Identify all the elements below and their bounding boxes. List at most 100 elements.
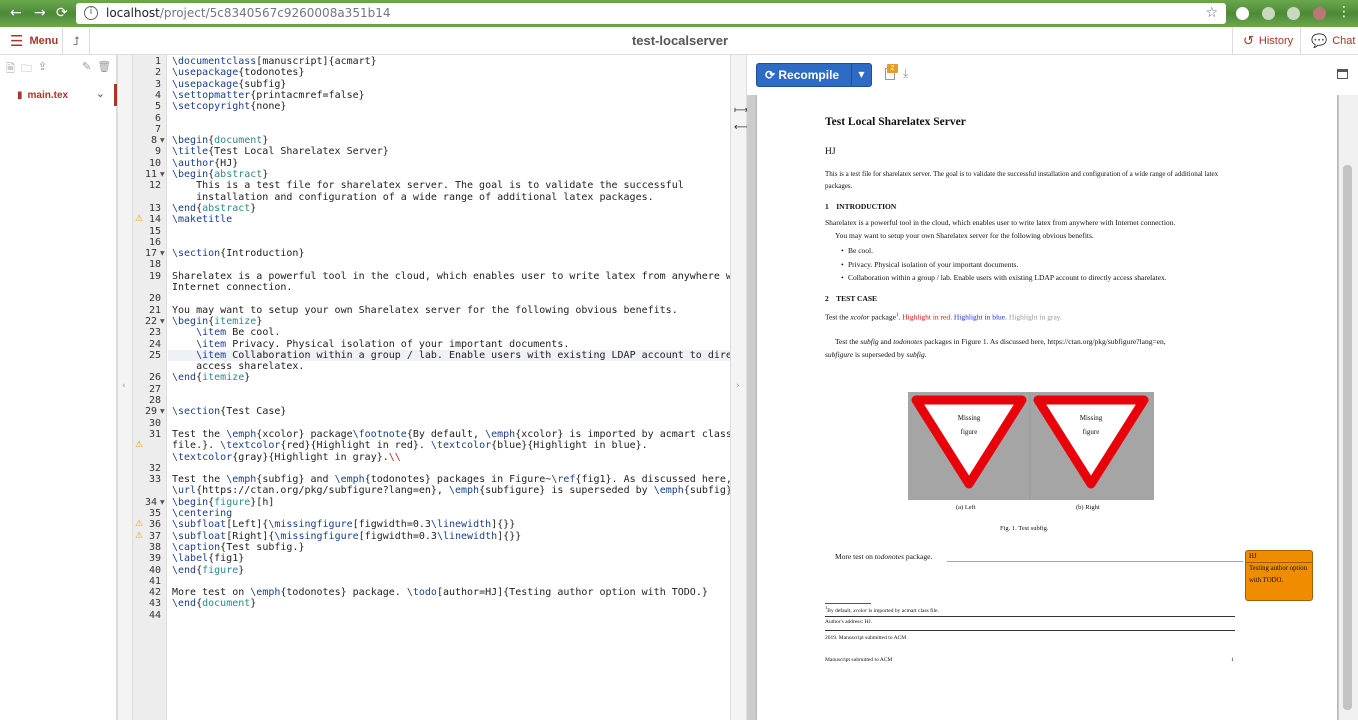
code-line[interactable]: Sharelatex is a powerful tool in the clo…	[172, 271, 730, 282]
line-number: 15	[148, 225, 161, 237]
code-line[interactable]: \item Collaboration within a group / lab…	[172, 350, 730, 361]
fold-toggle-icon[interactable]: ▼	[160, 316, 165, 327]
fold-toggle-icon[interactable]: ▼	[160, 406, 165, 417]
chevron-down-icon[interactable]: ⌄	[96, 87, 105, 100]
code-line[interactable]: \setcopyright{none}	[172, 101, 286, 112]
history-label: History	[1258, 35, 1294, 47]
code-line[interactable]: file.}. \textcolor{red}{Highlight in red…	[172, 440, 648, 451]
code-line[interactable]: Test the \emph{xcolor} package\footnote{…	[172, 429, 730, 440]
chevron-right-icon[interactable]: ›	[736, 381, 740, 391]
code-line[interactable]: Internet connection.	[172, 282, 292, 293]
warning-icon[interactable]: ⚠	[135, 531, 143, 542]
code-line[interactable]: You may want to setup your own Sharelate…	[172, 305, 678, 316]
line-number: 35	[148, 508, 161, 519]
recompile-button[interactable]: ⟳ Recompile ▼	[756, 63, 872, 87]
code-line[interactable]: \title{Test Local Sharelatex Server}	[172, 146, 389, 157]
pdf-scrollbar[interactable]	[1339, 95, 1358, 720]
code-line[interactable]: \settopmatter{printacmref=false}	[172, 90, 365, 101]
code-line[interactable]: \section{Test Case}	[172, 406, 286, 417]
authors-address: Author's address: HJ.	[825, 619, 872, 625]
address-bar[interactable]: i localhost/project/5c8340567c9260008a35…	[76, 3, 1226, 24]
chevron-left-icon[interactable]: ‹	[122, 381, 126, 391]
missing-figure-label: Missing figure	[957, 414, 981, 436]
code-line[interactable]: More test on \emph{todonotes} package. \…	[172, 587, 708, 598]
code-line[interactable]: \item Privacy. Physical isolation of you…	[172, 339, 569, 350]
new-folder-icon[interactable]: 🗀	[21, 60, 32, 79]
profile-avatar[interactable]	[1313, 7, 1326, 20]
code-line[interactable]: \usepackage{subfig}	[172, 79, 286, 90]
code-line[interactable]: \begin{figure}[h]	[172, 497, 274, 508]
line-number: 31	[148, 428, 161, 440]
menu-button[interactable]: ☰ Menu	[10, 27, 58, 55]
code-line[interactable]: \documentclass[manuscript]{acmart}	[172, 56, 377, 67]
todo-paragraph: More test on todonotes package.	[835, 552, 933, 561]
filetree-splitter[interactable]: ‹	[117, 55, 133, 720]
expand-icon[interactable]	[1337, 69, 1348, 79]
upload-icon[interactable]: ⇪	[38, 60, 47, 79]
warning-icon[interactable]: ⚠	[135, 440, 143, 451]
editor-pdf-splitter[interactable]: ⟼ ⟻ ›	[730, 55, 748, 720]
caret-down-icon[interactable]: ▼	[851, 64, 871, 86]
code-line[interactable]: \end{figure}	[172, 565, 244, 576]
code-line[interactable]: access sharelatex.	[172, 361, 304, 372]
line-number: 23	[148, 327, 161, 339]
code-line[interactable]: This is a test file for sharelatex serve…	[172, 180, 684, 191]
back-to-projects-icon[interactable]: ⮥	[62, 27, 90, 55]
missing-figure-block: Missing figure Missing figure	[908, 392, 1154, 500]
extension-icon[interactable]	[1262, 7, 1275, 20]
warning-icon[interactable]: ⚠	[135, 519, 143, 530]
fold-toggle-icon[interactable]: ▼	[160, 135, 165, 146]
browser-menu-icon[interactable]: ⋮	[1337, 5, 1351, 19]
extension-icon[interactable]	[1287, 7, 1300, 20]
subcaption-right: (b) Right	[1076, 504, 1100, 511]
delete-icon[interactable]: 🗑	[97, 60, 111, 73]
code-line[interactable]: \begin{document}	[172, 135, 268, 146]
site-info-icon[interactable]: i	[84, 6, 98, 20]
code-line[interactable]: \section{Introduction}	[172, 248, 304, 259]
code-line[interactable]: \begin{abstract}	[172, 169, 268, 180]
fold-toggle-icon[interactable]: ▼	[160, 248, 165, 259]
extension-icon[interactable]	[1236, 7, 1249, 20]
logs-badge[interactable]: 2	[887, 64, 898, 73]
project-title[interactable]: test-localserver	[560, 27, 800, 55]
code-line[interactable]: installation and configuration of a wide…	[172, 192, 654, 203]
app-toolbar: ☰ Menu ⮥ test-localserver ↺ History 💬 Ch…	[0, 27, 1358, 55]
pdf-viewer[interactable]: Test Local Sharelatex Server HJ This is …	[747, 95, 1358, 720]
fold-toggle-icon[interactable]: ▼	[160, 169, 165, 180]
chat-button[interactable]: 💬 Chat	[1300, 27, 1355, 55]
hamburger-icon: ☰	[10, 32, 24, 50]
subfig-paragraph-2: subfigure is superseded by subfig.	[825, 350, 927, 359]
code-line[interactable]: \usepackage{todonotes}	[172, 67, 304, 78]
code-editor[interactable]: 1 2 3 4 5 6 7 8 ▼ 9 10 11 ▼ 12 13 14 ⚠ 15 16 17 ▼ 18 19 20 21 22 ▼…	[133, 55, 730, 720]
pdf-scroll-thumb[interactable]	[1343, 165, 1352, 710]
reload-icon[interactable]: ⟳	[56, 6, 68, 20]
code-line[interactable]: \end{itemize}	[172, 372, 250, 383]
history-button[interactable]: ↺ History	[1232, 27, 1293, 55]
code-line[interactable]: \end{abstract}	[172, 203, 256, 214]
code-line[interactable]: \centering	[172, 508, 232, 519]
file-entry-main-tex[interactable]: ▮ main.tex ⌄	[0, 84, 117, 106]
code-line[interactable]: \maketitle	[172, 214, 232, 225]
code-line[interactable]: \begin{itemize}	[172, 316, 262, 327]
back-icon[interactable]: ←	[10, 6, 22, 20]
code-line[interactable]: \item Be cool.	[172, 327, 280, 338]
code-line[interactable]: Test the \emph{subfig} and \emph{todonot…	[172, 474, 730, 485]
code-line[interactable]: \textcolor{gray}{Highlight in gray}.\\	[172, 452, 401, 463]
new-file-icon[interactable]: 🗎	[6, 60, 15, 79]
rename-icon[interactable]: ✎	[82, 60, 91, 73]
code-line[interactable]: \caption{Test subfig.}	[172, 542, 304, 553]
code-line[interactable]: \author{HJ}	[172, 158, 238, 169]
line-number: 9	[154, 146, 161, 158]
code-line[interactable]: \label{fig1}	[172, 553, 244, 564]
code-line[interactable]: \subfloat[Right]{\missingfigure[figwidth…	[172, 531, 521, 542]
bookmark-star-icon[interactable]: ☆	[1205, 5, 1218, 21]
menu-label: Menu	[29, 35, 59, 47]
code-line[interactable]: \end{document}	[172, 598, 256, 609]
warning-icon[interactable]: ⚠	[135, 214, 143, 225]
subcaption-left: (a) Left	[956, 504, 976, 511]
code-line[interactable]: \url{https://ctan.org/pkg/subfigure?lang…	[172, 485, 730, 496]
download-icon[interactable]: ⤓	[903, 66, 908, 81]
fold-toggle-icon[interactable]: ▼	[160, 497, 165, 508]
forward-icon[interactable]: →	[34, 6, 46, 20]
code-line[interactable]: \subfloat[Left]{\missingfigure[figwidth=…	[172, 519, 515, 530]
